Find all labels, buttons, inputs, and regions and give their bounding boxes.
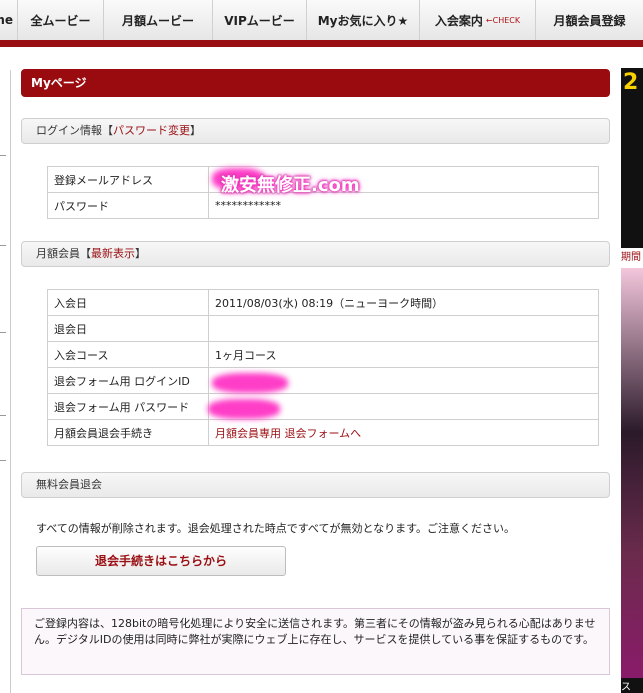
divider: [0, 332, 6, 333]
redaction-mark: [212, 373, 288, 393]
password-label: パスワード: [47, 192, 209, 219]
nav-favorites-label: Myお気に入り★: [317, 13, 409, 28]
bracket-close: 】: [135, 247, 146, 260]
table-row: 入会日 2011/08/03(水) 08:19（ニューヨーク時間）: [47, 289, 599, 316]
table-row: 入会コース 1ヶ月コース: [47, 341, 599, 368]
divider: [0, 460, 6, 461]
table-row: 退会フォーム用 ログインID: [47, 367, 599, 394]
leave-form-id-label: 退会フォーム用 ログインID: [47, 367, 209, 394]
divider: [0, 245, 6, 246]
nav-join-info-label: 入会案内: [434, 13, 483, 28]
leave-form-link[interactable]: 月額会員専用 退会フォームへ: [215, 427, 361, 440]
banner-caption: 期間: [621, 252, 641, 263]
nav-join-info[interactable]: 入会案内 ←CHECK: [420, 0, 536, 40]
nav-monthly-signup-label: 月額会員登録: [553, 13, 626, 28]
bracket-open: 【: [102, 124, 113, 137]
nav-monthly-signup[interactable]: 月額会員登録: [536, 0, 643, 40]
nav-vip-movies-label: VIPムービー: [224, 13, 295, 28]
table-row: 退会フォーム用 パスワード: [47, 393, 599, 420]
nav-favorites[interactable]: Myお気に入り★: [307, 0, 420, 40]
course-value: 1ヶ月コース: [208, 341, 599, 368]
join-date-value: 2011/08/03(水) 08:19（ニューヨーク時間）: [208, 289, 599, 316]
cancel-membership-button[interactable]: 退会手続きはこちらから: [36, 546, 286, 576]
nav-underline: [0, 40, 643, 47]
nav-home-label: me: [0, 13, 13, 27]
free-member-header: 無料会員退会: [21, 472, 610, 498]
login-info-header: ログイン情報【パスワード変更】: [21, 118, 610, 144]
nav-vip-movies[interactable]: VIPムービー: [213, 0, 307, 40]
refresh-link[interactable]: 最新表示: [91, 247, 135, 260]
change-password-link[interactable]: パスワード変更: [113, 124, 190, 137]
nav-home[interactable]: me: [0, 0, 18, 40]
top-nav: me 全ムービー 月額ムービー VIPムービー Myお気に入り★ 入会案内←CH…: [0, 0, 643, 41]
banner-image: 2: [621, 68, 643, 248]
monthly-member-heading: 月額会員: [36, 247, 80, 260]
leave-form-password-label: 退会フォーム用 パスワード: [47, 393, 209, 420]
watermark-stamp: 激安無修正.com: [221, 175, 360, 196]
cancel-procedure-label: 月額会員退会手続き: [47, 419, 209, 446]
course-label: 入会コース: [47, 341, 209, 368]
nav-all-movies[interactable]: 全ムービー: [18, 0, 104, 40]
nav-all-movies-label: 全ムービー: [30, 13, 91, 28]
banner-image: [621, 268, 643, 678]
bracket-close: 】: [190, 124, 201, 137]
cancel-procedure-cell: 月額会員専用 退会フォームへ: [208, 419, 599, 446]
left-sidebar-edge: [0, 70, 11, 693]
bracket-open: 【: [80, 247, 91, 260]
side-banner[interactable]: 2 期間 ス: [621, 68, 643, 693]
email-label: 登録メールアドレス: [47, 166, 209, 193]
banner-text: 2: [623, 70, 639, 95]
nav-check-label: ←CHECK: [485, 15, 521, 25]
monthly-member-table: 入会日 2011/08/03(水) 08:19（ニューヨーク時間） 退会日 入会…: [47, 289, 599, 446]
nav-monthly-movies-label: 月額ムービー: [121, 13, 194, 28]
security-notice: ご登録内容は、128bitの暗号化処理により安全に送信されます。第三者にその情報…: [21, 608, 610, 675]
page-title: Myページ: [21, 69, 610, 97]
join-date-label: 入会日: [47, 289, 209, 316]
divider: [0, 155, 6, 156]
table-row: 退会日: [47, 315, 599, 342]
monthly-member-header: 月額会員【最新表示】: [21, 241, 610, 267]
banner-footer: ス: [621, 678, 643, 693]
leave-date-value: [208, 315, 599, 342]
redaction-mark: [208, 399, 280, 419]
login-info-heading: ログイン情報: [36, 124, 102, 137]
nav-monthly-movies[interactable]: 月額ムービー: [104, 0, 213, 40]
divider: [0, 415, 6, 416]
leave-date-label: 退会日: [47, 315, 209, 342]
delete-notice: すべての情報が削除されます。退会処理された時点ですべてが無効となります。ご注意く…: [36, 522, 516, 535]
table-row: 月額会員退会手続き 月額会員専用 退会フォームへ: [47, 419, 599, 446]
